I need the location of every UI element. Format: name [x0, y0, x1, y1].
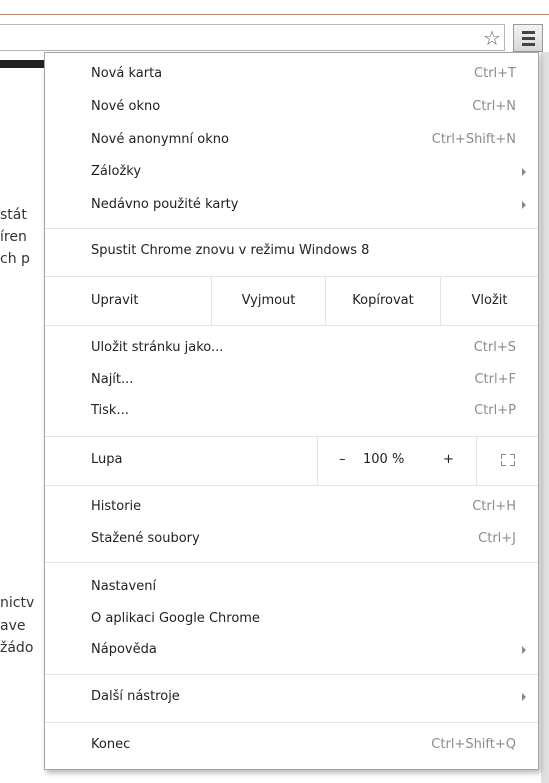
- zoom-in-button[interactable]: +: [443, 452, 454, 467]
- menu-item-more-tools[interactable]: Další nástroje: [45, 686, 538, 710]
- menu-item-label: Uložit stránku jako...: [91, 340, 224, 355]
- menu-item-shortcut: Ctrl+P: [474, 403, 516, 418]
- menu-item-label: Najít...: [91, 372, 134, 387]
- menu-separator: [45, 562, 538, 563]
- menu-item-shortcut: Ctrl+H: [472, 499, 516, 514]
- menu-item-save-page[interactable]: Uložit stránku jako... Ctrl+S: [45, 337, 538, 361]
- menu-item-shortcut: Ctrl+T: [474, 66, 516, 81]
- copy-button[interactable]: Kopírovat: [326, 277, 440, 325]
- menu-item-exit[interactable]: Konec Ctrl+Shift+Q: [45, 734, 538, 758]
- menu-item-label: Nastavení: [91, 579, 157, 594]
- menu-separator: [45, 674, 538, 675]
- address-bar[interactable]: [0, 24, 505, 51]
- page-text-line: stát: [0, 207, 27, 223]
- zoom-divider: [476, 437, 477, 485]
- menu-item-shortcut: Ctrl+F: [474, 372, 516, 387]
- page-header-bar: [0, 60, 44, 68]
- menu-item-bookmarks[interactable]: Záložky: [45, 161, 538, 185]
- menu-item-shortcut: Ctrl+J: [478, 531, 516, 546]
- zoom-out-button[interactable]: –: [339, 452, 346, 467]
- menu-item-label: Tisk...: [91, 403, 129, 418]
- tab-strip: [0, 0, 549, 18]
- zoom-row: Lupa – 100 % +: [45, 437, 538, 485]
- tab-strip-border: [0, 14, 549, 15]
- chrome-menu-button[interactable]: [513, 24, 543, 52]
- menu-separator: [45, 228, 538, 229]
- submenu-arrow-icon: [522, 201, 526, 209]
- page-text-line: nictv: [0, 595, 35, 611]
- menu-item-label: Nová karta: [91, 66, 163, 81]
- menu-item-label: Nedávno použité karty: [91, 197, 239, 212]
- zoom-level: 100 %: [363, 452, 405, 467]
- menu-item-shortcut: Ctrl+Shift+N: [431, 132, 516, 147]
- fullscreen-icon[interactable]: [501, 454, 515, 466]
- menu-item-shortcut: Ctrl+S: [473, 340, 516, 355]
- menu-item-label: Další nástroje: [91, 689, 180, 704]
- menu-item-label: Nové anonymní okno: [91, 132, 229, 147]
- submenu-arrow-icon: [522, 646, 526, 654]
- menu-item-help[interactable]: Nápověda: [45, 639, 538, 663]
- submenu-arrow-icon: [522, 168, 526, 176]
- star-icon[interactable]: ☆: [478, 24, 506, 52]
- menu-item-about-chrome[interactable]: O aplikaci Google Chrome: [45, 608, 538, 632]
- menu-item-label: Spustit Chrome znovu v režimu Windows 8: [91, 243, 370, 258]
- menu-item-history[interactable]: Historie Ctrl+H: [45, 496, 538, 520]
- menu-item-print[interactable]: Tisk... Ctrl+P: [45, 400, 538, 424]
- menu-item-label: Záložky: [91, 164, 142, 179]
- paste-button[interactable]: Vložit: [441, 277, 538, 325]
- menu-separator: [45, 485, 538, 486]
- page-content: [0, 52, 48, 783]
- menu-item-new-incognito-window[interactable]: Nové anonymní okno Ctrl+Shift+N: [45, 129, 538, 153]
- page-text-line: ch p: [0, 251, 30, 267]
- menu-item-label: Nové okno: [91, 99, 161, 114]
- menu-item-new-window[interactable]: Nové okno Ctrl+N: [45, 96, 538, 120]
- menu-item-settings[interactable]: Nastavení: [45, 576, 538, 600]
- menu-item-shortcut: Ctrl+Shift+Q: [431, 737, 516, 752]
- menu-item-find[interactable]: Najít... Ctrl+F: [45, 369, 538, 393]
- menu-item-label: O aplikaci Google Chrome: [91, 611, 260, 626]
- edit-row: Upravit Vyjmout Kopírovat Vložit: [45, 277, 538, 325]
- page-text-line: íren: [0, 229, 27, 245]
- page-text-line: žádo: [0, 640, 34, 656]
- menu-item-shortcut: Ctrl+N: [472, 99, 516, 114]
- menu-item-label: Konec: [91, 737, 131, 752]
- menu-item-label: Stažené soubory: [91, 531, 200, 546]
- chrome-menu: Nová karta Ctrl+T Nové okno Ctrl+N Nové …: [44, 52, 539, 770]
- menu-item-new-tab[interactable]: Nová karta Ctrl+T: [45, 63, 538, 87]
- menu-item-recent-tabs[interactable]: Nedávno použité karty: [45, 194, 538, 218]
- page-text-line: ave: [0, 618, 26, 634]
- cut-button[interactable]: Vyjmout: [212, 277, 325, 325]
- menu-item-relaunch-windows8[interactable]: Spustit Chrome znovu v režimu Windows 8: [45, 240, 538, 264]
- menu-item-label: Nápověda: [91, 642, 157, 657]
- menu-separator: [45, 722, 538, 723]
- window-scrollbar[interactable]: [541, 52, 549, 783]
- hamburger-menu-icon: [522, 31, 535, 34]
- menu-separator: [45, 325, 538, 326]
- zoom-divider: [317, 437, 318, 485]
- zoom-label: Lupa: [91, 452, 123, 467]
- menu-item-label: Historie: [91, 499, 142, 514]
- menu-item-downloads[interactable]: Stažené soubory Ctrl+J: [45, 528, 538, 552]
- submenu-arrow-icon: [522, 693, 526, 701]
- edit-label: Upravit: [91, 293, 139, 308]
